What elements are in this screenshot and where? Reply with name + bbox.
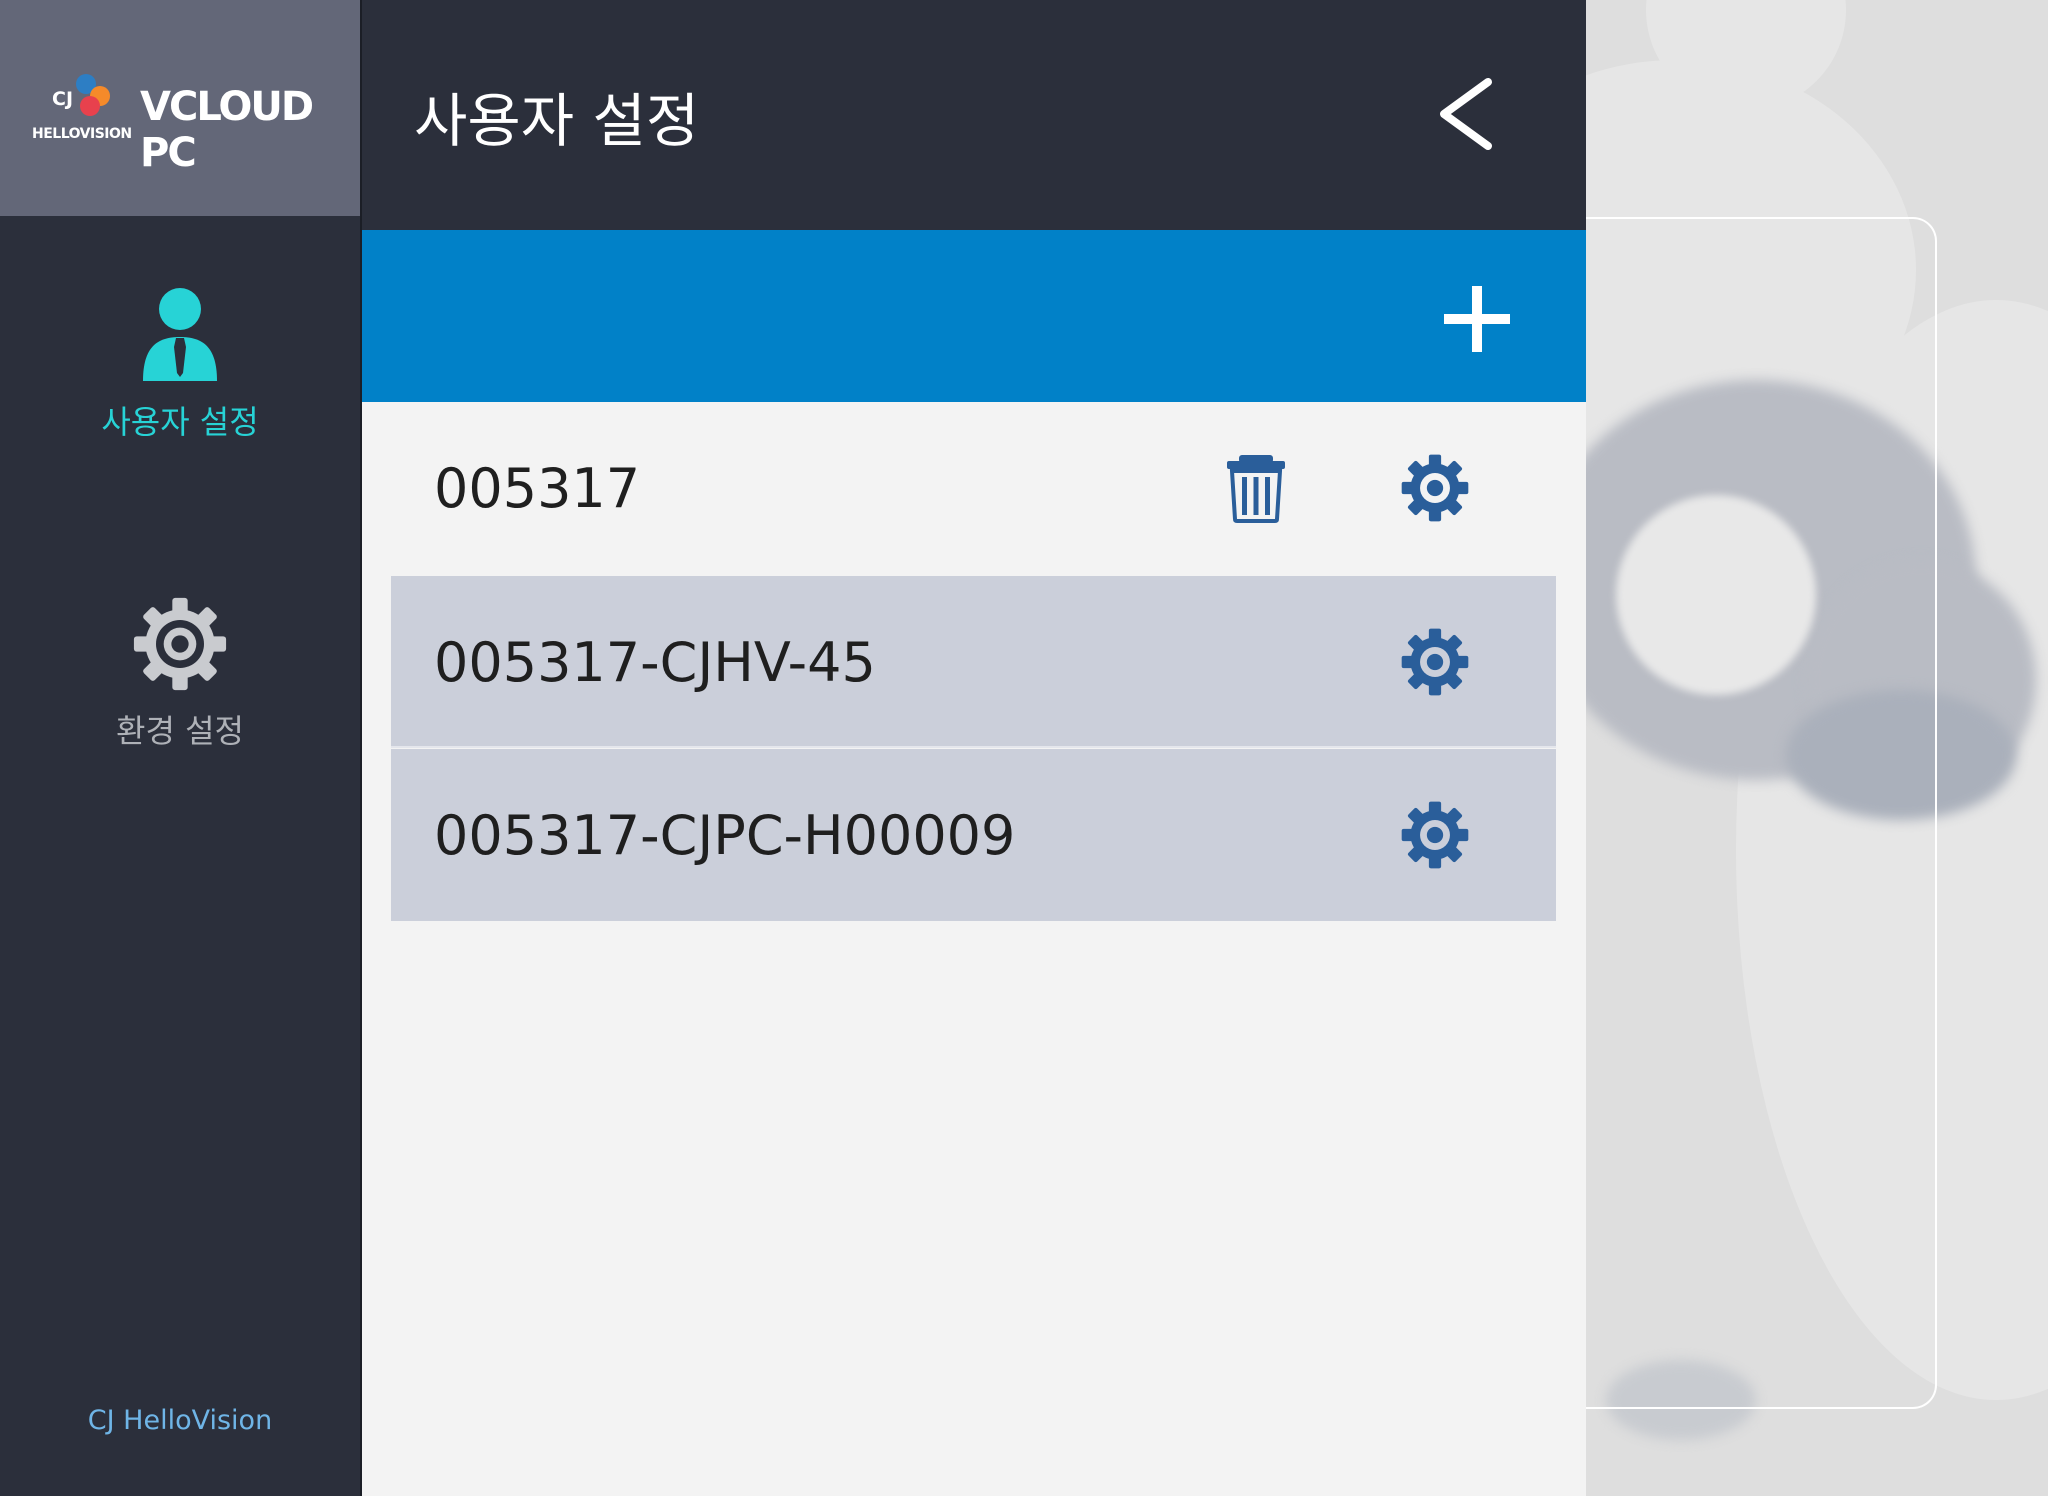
logo-dot [80,96,100,116]
gear-icon [1401,454,1469,522]
add-user-button[interactable] [1440,282,1514,356]
chevron-left-icon [1440,78,1492,150]
logo: CJ HELLOVISION VCLOUD PC [0,0,360,216]
user-list-item[interactable]: 005317-CJPC-H00009 [391,749,1556,921]
user-settings-panel: 사용자 설정 005317 005317-CJHV-45 005317-CJPC… [362,0,1586,1496]
sidebar-item-user-settings[interactable]: 사용자 설정 [0,283,360,443]
sidebar-item-environment-settings[interactable]: 환경 설정 [0,596,360,752]
logo-cj-text: CJ [52,88,74,110]
footer-brand: CJ HelloVision [87,1405,273,1436]
sidebar-item-label: 환경 설정 [116,712,244,750]
gear-icon [1401,801,1469,869]
sidebar: CJ HELLOVISION VCLOUD PC 사용자 설정 환경 설정 CJ… [0,0,360,1496]
logo-product-text: VCLOUD PC [140,84,314,176]
logo-hellovision-text: HELLOVISION [32,126,132,142]
back-button[interactable] [1430,74,1510,154]
panel-header: 사용자 설정 [362,0,1586,230]
user-settings-button[interactable] [1401,454,1469,522]
user-name: 005317-CJHV-45 [434,631,876,694]
user-settings-button[interactable] [1401,628,1469,696]
user-name: 005317-CJPC-H00009 [434,804,1016,867]
add-user-bar [362,230,1586,402]
sidebar-item-label: 사용자 설정 [101,403,259,441]
user-list-item[interactable]: 005317 [391,402,1556,574]
user-name: 005317 [434,457,641,520]
user-list-item[interactable]: 005317-CJHV-45 [391,576,1556,748]
gear-icon [133,597,227,691]
page-title: 사용자 설정 [414,87,700,155]
trash-icon [1227,455,1285,523]
plus-icon [1444,286,1510,352]
gear-icon [1401,628,1469,696]
user-settings-button[interactable] [1401,801,1469,869]
delete-user-button[interactable] [1223,453,1289,523]
user-icon [143,288,217,381]
background-frame [1560,217,1937,1409]
row-divider [391,746,1556,748]
